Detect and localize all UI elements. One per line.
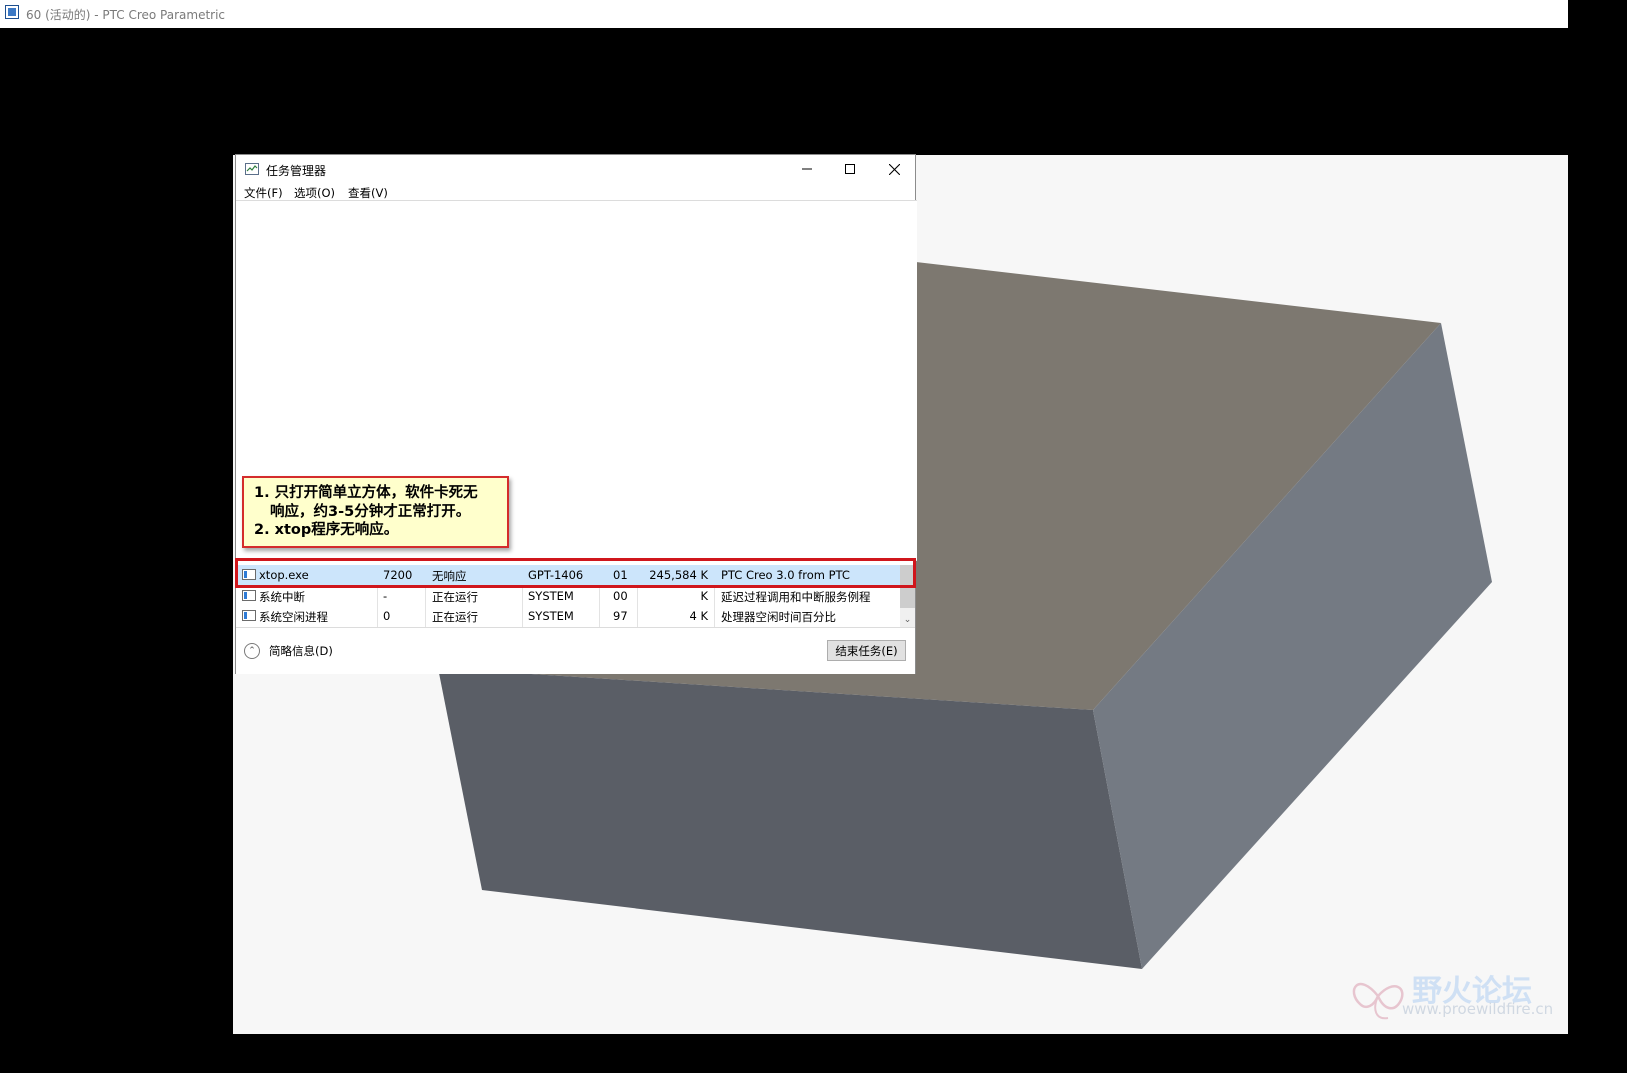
close-icon [888, 163, 900, 175]
scroll-down-icon[interactable]: ⌄ [902, 615, 913, 626]
butterfly-logo-icon [1352, 982, 1404, 1020]
callout-line-3: 2. xtop程序无响应。 [254, 522, 399, 538]
minimize-icon [802, 168, 812, 170]
process-name: 系统空闲进程 [259, 610, 328, 624]
process-icon [242, 590, 256, 601]
process-user: SYSTEM [528, 609, 574, 623]
menu-view[interactable]: 查看(V) [348, 185, 388, 201]
task-manager-icon [245, 163, 259, 175]
process-cpu: 00 [613, 589, 628, 603]
task-manager-title: 任务管理器 [266, 164, 327, 178]
close-button[interactable] [872, 155, 916, 183]
process-pid: 0 [383, 609, 391, 623]
process-memory: K [700, 589, 708, 603]
app-titlebar: 60 (活动的) - PTC Creo Parametric [0, 0, 1568, 28]
process-name: 系统中断 [259, 590, 305, 604]
task-manager-menubar: 文件(F) 选项(O) 查看(V) [236, 185, 915, 201]
maximize-icon [845, 164, 855, 174]
task-manager-titlebar[interactable]: 任务管理器 [236, 155, 915, 185]
end-task-button[interactable]: 结束任务(E) [827, 640, 906, 661]
app-window-title: 60 (活动的) - PTC Creo Parametric [26, 8, 226, 22]
maximize-button[interactable] [828, 155, 872, 183]
process-icon [242, 610, 256, 621]
minimize-button[interactable] [785, 155, 829, 183]
table-row[interactable]: 系统中断 - 正在运行 SYSTEM 00 K 延迟过程调用和中断服务例程 [236, 586, 900, 606]
chevron-up-icon: ⌃ [244, 643, 260, 659]
watermark-url: www.proewildfire.cn [1402, 1000, 1554, 1018]
callout-line-1: 1. 只打开简单立方体，软件卡死无 [254, 485, 478, 501]
process-user: SYSTEM [528, 589, 574, 603]
forum-watermark: 野火论坛 www.proewildfire.cn [1348, 966, 1553, 1026]
callout-line-2: 响应，约3-5分钟才正常打开。 [270, 503, 471, 520]
process-description: 处理器空闲时间百分比 [721, 610, 836, 624]
menu-file[interactable]: 文件(F) [244, 185, 283, 201]
brief-info-toggle[interactable]: ⌃ 简略信息(D) [244, 641, 333, 661]
task-manager-bottombar: ⌃ 简略信息(D) 结束任务(E) [236, 627, 915, 674]
brief-info-label: 简略信息(D) [269, 644, 333, 658]
table-row[interactable]: 系统空闲进程 0 正在运行 SYSTEM 97 4 K 处理器空闲时间百分比 [236, 606, 900, 626]
menu-options[interactable]: 选项(O) [294, 185, 335, 201]
creo-window-icon [5, 5, 19, 19]
xtop-highlight-box [235, 558, 916, 588]
process-cpu: 97 [613, 609, 628, 623]
process-pid: - [383, 589, 388, 603]
annotation-callout: 1. 只打开简单立方体，软件卡死无 响应，约3-5分钟才正常打开。 2. xto… [242, 476, 509, 548]
process-status: 正在运行 [432, 590, 478, 604]
cube-front-face [438, 668, 1142, 969]
process-status: 正在运行 [432, 610, 478, 624]
process-memory: 4 K [689, 609, 708, 623]
process-description: 延迟过程调用和中断服务例程 [721, 590, 871, 604]
